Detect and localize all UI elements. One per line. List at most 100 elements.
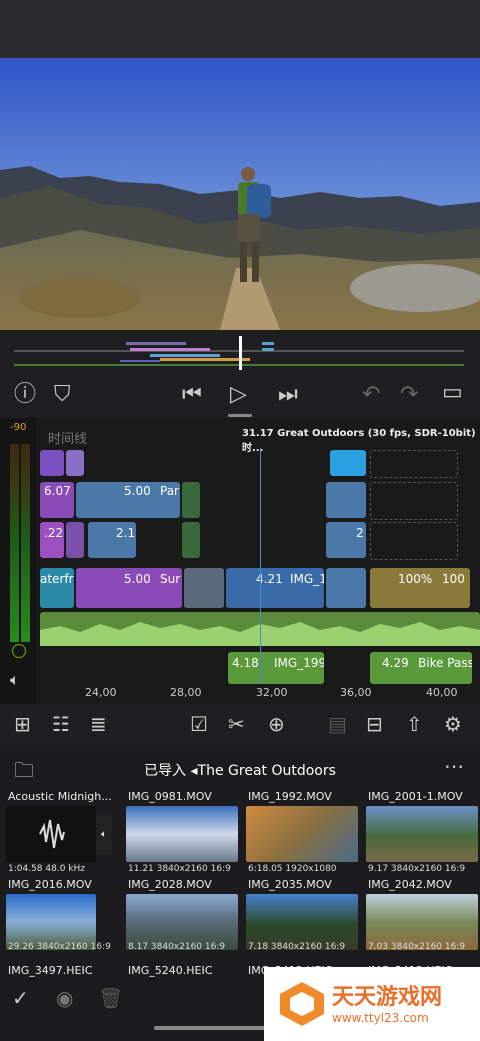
overview-strip [14,336,464,370]
ruler-label: 24,00 [85,686,117,699]
speaker-icon: 🔈︎ [96,814,112,854]
add-icon[interactable]: ⊕ [268,712,285,736]
trash-icon[interactable]: 🗑 [98,986,123,1010]
settings-icon[interactable]: ⚙ [444,712,462,736]
clip[interactable]: aterfre [40,568,74,608]
meter-knob[interactable] [12,644,26,658]
clip-label: 4.29 [382,656,409,670]
clip-label: IMG_1 [290,572,324,586]
clip-label: Bike Pass [418,656,472,670]
file-meta: 29.26 3840x2160 16:9 [8,942,111,952]
timeline[interactable]: -90 🔈︎ 时间线 31.17 Great Outdoors (30 fps,… [0,418,480,704]
clip[interactable] [184,568,224,608]
transport-bar: ⓘ ⛉ ⏮ ▷ ⏭ ↶ ↷ ▭ [0,372,480,418]
clip[interactable]: 5.00 Par [76,482,180,518]
file-name: IMG_2042.MOV [368,878,452,891]
file-meta: 6:18.05 1920x1080 [248,864,337,874]
inspector-icon[interactable]: ▤ [328,712,347,736]
clip[interactable]: 4.21 IMG_1 [226,568,324,608]
timeline-header: 时间线 [48,432,88,447]
clip[interactable]: 5.00 Sur [76,568,182,608]
clip-label: Par [160,484,179,498]
import-icon[interactable]: ⊞ [14,712,31,736]
checkmark-icon[interactable]: ✓ [12,986,29,1010]
file-name: IMG_2001-1.MOV [368,790,463,803]
video-thumb[interactable] [366,806,478,862]
clip[interactable]: .22 [40,522,64,558]
play-icon[interactable]: ▷ [230,384,247,406]
playhead[interactable] [260,448,261,684]
audio-clip[interactable]: 4.29 Bike Pass [370,652,472,684]
more-icon[interactable]: ⋯ [444,754,464,778]
file-name: IMG_2016.MOV [8,878,92,891]
file-meta: 8.17 3840x2160 16:9 [128,942,226,952]
browser-title[interactable]: 已导入 ◂The Great Outdoors [0,760,480,780]
clip[interactable]: 2.1 [88,522,136,558]
video-thumb[interactable] [246,806,358,862]
skip-forward-icon[interactable]: ⏭ [278,384,298,406]
preview-image [0,58,480,330]
scissors-icon[interactable]: ✂ [228,712,245,736]
undo-icon[interactable]: ↶ [362,384,380,406]
video-preview[interactable] [0,58,480,330]
time-ruler: 24,00 28,00 32,00 36,00 40,00 [40,684,480,704]
clip[interactable] [66,522,84,558]
clip[interactable] [330,450,366,476]
file-meta: 1:04.58 48.0 kHz [8,864,85,874]
watermark: 天天游戏网 www.ttyl23.com [264,967,480,1041]
video-thumb[interactable] [126,806,238,862]
watermark-title: 天天游戏网 [332,985,443,1010]
redo-icon[interactable]: ↷ [400,384,418,406]
skip-back-icon[interactable]: ⏮ [182,384,202,406]
clip[interactable] [66,450,84,476]
meter-bar-left [10,444,19,642]
clip[interactable]: 100% 100 [370,568,470,608]
drag-handle[interactable] [228,414,252,417]
speaker-icon[interactable]: 🔈︎ [10,670,20,690]
ruler-label: 32,00 [256,686,288,699]
layout-icon[interactable]: ⊟ [366,712,383,736]
audio-meter: -90 🔈︎ [0,418,36,704]
file-name: IMG_2028.MOV [128,878,212,891]
file-name: IMG_1992.MOV [248,790,332,803]
clip-label: 5.00 [124,572,151,586]
clip-label: .22 [44,526,64,540]
marker-icon[interactable]: ⛉ [54,384,71,406]
clip[interactable]: 2 [326,522,366,558]
clip-label: 2.1 [116,526,136,540]
audio-thumb[interactable] [6,806,96,862]
file-meta: 7.03 3840x2160 16:9 [368,942,466,952]
clip[interactable] [182,482,200,518]
tracks-icon[interactable]: ≣ [90,712,107,736]
clip-label: aterfre [40,572,74,586]
meter-bar-right [21,444,30,642]
audio-clip[interactable]: 4.18 IMG_199 [228,652,324,684]
placeholder-clip [370,450,458,478]
record-icon[interactable]: ◉ [56,986,73,1010]
file-meta: 9.17 3840x2160 16:9 [368,864,466,874]
watermark-url: www.ttyl23.com [332,1011,429,1025]
clip[interactable] [326,482,366,518]
list-icon[interactable]: ☷ [52,712,70,736]
clip-label: 6.07 [44,484,71,498]
clip-label: 100 [442,572,465,586]
share-icon[interactable]: ⇧ [406,712,423,736]
clip[interactable] [326,568,366,608]
placeholder-clip [370,522,458,560]
meter-value: -90 [10,422,27,433]
clip[interactable] [40,450,64,476]
ruler-label: 28,00 [170,686,202,699]
info-icon[interactable]: ⓘ [14,384,36,406]
clip-label: 4.18 [232,656,259,670]
clip[interactable]: 6.07 [40,482,74,518]
edit-toolbar: ⊞ ☷ ≣ ☑ ✂ ⊕ ▤ ⊟ ⇧ ⚙ [0,704,480,746]
file-name: IMG_5240.HEIC [128,964,213,977]
file-name: IMG_0981.MOV [128,790,212,803]
clip[interactable] [182,522,200,558]
fullscreen-icon[interactable]: ▭ [442,382,463,404]
timeline-overview[interactable] [0,330,480,372]
clip-label: 5.00 [124,484,151,498]
clip-label: IMG_199 [274,656,324,670]
select-icon[interactable]: ☑ [190,712,208,736]
clip-label: 2 [356,526,364,540]
